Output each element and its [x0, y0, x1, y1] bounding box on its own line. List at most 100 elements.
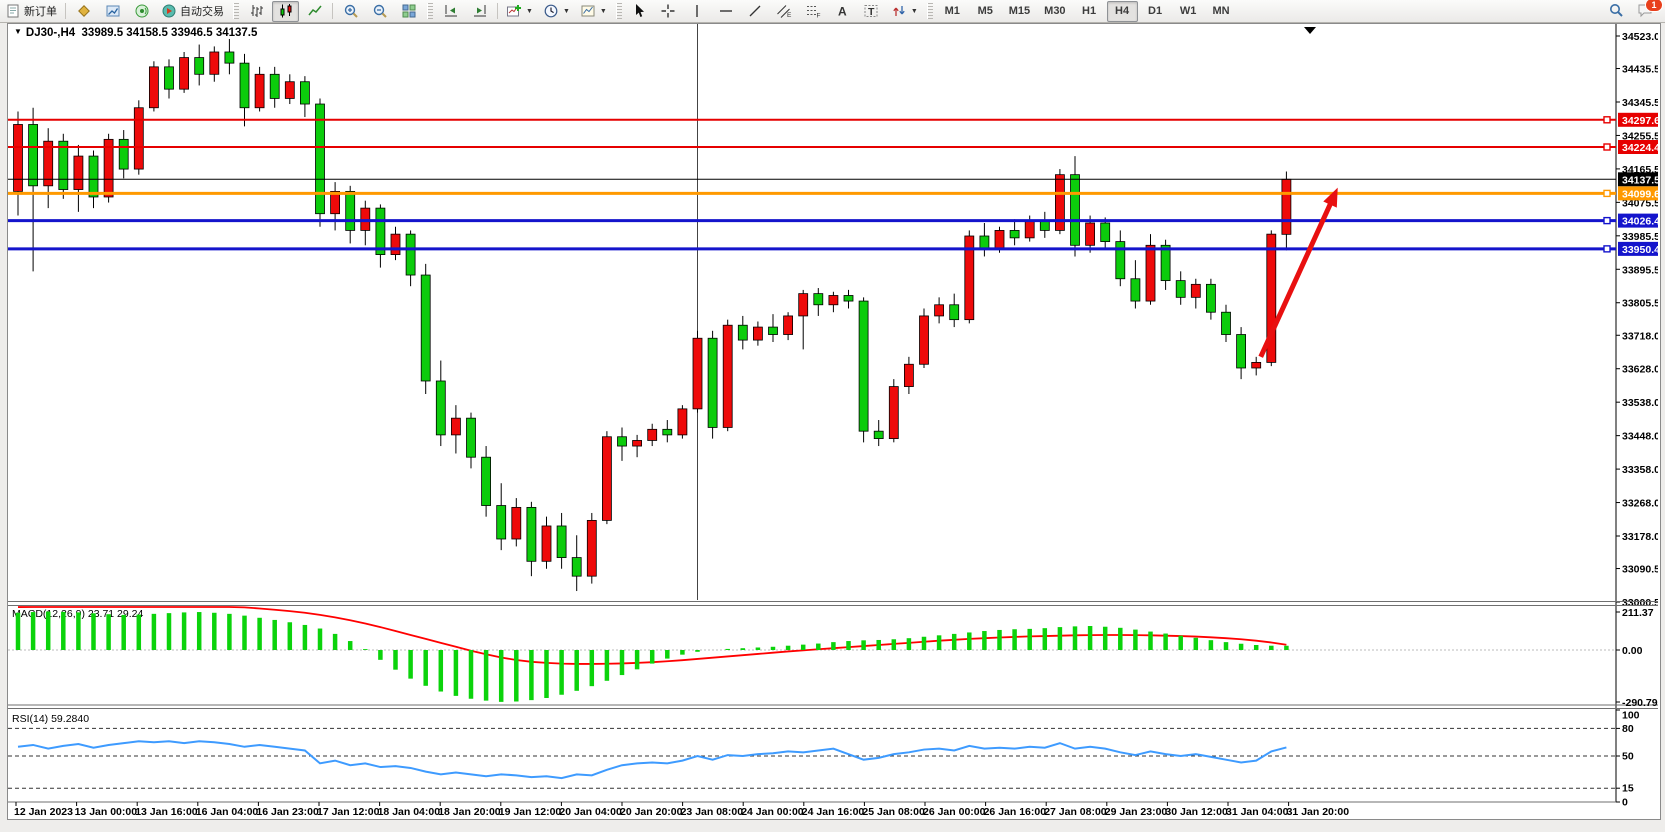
timeframe-h1-label: H1 [1082, 5, 1096, 17]
svg-text:-290.79: -290.79 [1622, 697, 1658, 709]
new-order-button[interactable]: 新订单 [1, 1, 61, 22]
vertical-line-tool-button[interactable] [684, 1, 711, 22]
svg-text:17 Jan 12:00: 17 Jan 12:00 [317, 806, 380, 817]
svg-text:34099.6: 34099.6 [1622, 188, 1658, 200]
horizontal-line[interactable] [8, 117, 1616, 123]
main-toolbar: 新订单 自动交易 ▼ ▼ ▼ E F AT ▼ M1M5 M15 M30 H1 H4 D1 W1 MN 1 [0, 0, 1665, 23]
fibonacci-tool-button[interactable]: F [800, 1, 827, 22]
trendline-tool-button[interactable] [742, 1, 769, 22]
svg-text:34345.5: 34345.5 [1622, 97, 1658, 109]
price-chart-canvas[interactable]: 34523.034435.534345.534255.534165.534075… [8, 24, 1658, 817]
rsi-line [18, 741, 1286, 778]
auto-scroll-button[interactable] [466, 1, 493, 22]
toolbar-grip [427, 3, 433, 19]
svg-text:15: 15 [1622, 783, 1634, 795]
text-a-icon: A [834, 3, 850, 19]
horizontal-line[interactable] [8, 144, 1616, 150]
shapes-tool-button[interactable]: ▼ [887, 1, 922, 22]
zoom-out-button[interactable] [366, 1, 393, 22]
label-tool-button[interactable]: T [858, 1, 885, 22]
indicators-button[interactable]: ▼ [502, 1, 537, 22]
dropdown-caret-icon: ▼ [526, 8, 533, 15]
horizontal-line[interactable] [8, 246, 1616, 252]
macd-histogram [18, 612, 1286, 702]
chat-button[interactable]: 1 [1631, 1, 1658, 22]
timeframe-h4[interactable]: H4 [1107, 1, 1138, 22]
signals-button[interactable] [128, 1, 155, 22]
timeframe-m1[interactable]: M1 [937, 1, 968, 22]
rsi-label: RSI(14) 59.2840 [12, 713, 89, 725]
svg-text:A: A [838, 5, 847, 19]
line-chart-button[interactable] [301, 1, 328, 22]
timeframe-w1-label: W1 [1180, 5, 1197, 17]
cursor-icon [631, 3, 647, 19]
zoom-in-button[interactable] [337, 1, 364, 22]
symbols-button[interactable] [70, 1, 97, 22]
zoom-in-icon [343, 3, 359, 19]
svg-text:30 Jan 12:00: 30 Jan 12:00 [1165, 806, 1228, 817]
timeframe-d1[interactable]: D1 [1140, 1, 1171, 22]
time-axis: 12 Jan 202313 Jan 00:0013 Jan 16:0016 Ja… [14, 802, 1349, 817]
timeframe-d1-label: D1 [1148, 5, 1162, 17]
svg-text:33268.0: 33268.0 [1622, 498, 1658, 510]
toolbar-grip [233, 3, 239, 19]
toolbar-separator [65, 3, 66, 19]
svg-text:33805.5: 33805.5 [1622, 298, 1658, 310]
svg-text:34224.4: 34224.4 [1622, 142, 1658, 154]
one-click-trading-arrow[interactable]: ▼ [14, 27, 22, 36]
svg-text:20 Jan 20:00: 20 Jan 20:00 [620, 806, 683, 817]
market-watch-button[interactable] [99, 1, 126, 22]
svg-text:31 Jan 20:00: 31 Jan 20:00 [1287, 806, 1350, 817]
chart-symbol-period: DJ30-,H4 [26, 27, 75, 39]
indicators-icon [506, 3, 522, 19]
timeframe-m15[interactable]: M15 [1003, 1, 1036, 22]
timeframe-m5[interactable]: M5 [970, 1, 1001, 22]
timeframe-m15-label: M15 [1009, 5, 1030, 17]
svg-text:34523.0: 34523.0 [1622, 31, 1658, 43]
crosshair-tool-button[interactable] [655, 1, 682, 22]
price-badge: 34297.6 [1618, 113, 1658, 127]
autotrade-button[interactable]: 自动交易 [157, 1, 228, 22]
periods-button[interactable]: ▼ [539, 1, 574, 22]
bar-chart-button[interactable] [243, 1, 270, 22]
dropdown-caret-icon: ▼ [563, 8, 570, 15]
chart-shift-marker[interactable] [1304, 27, 1316, 34]
timeframe-m30[interactable]: M30 [1038, 1, 1071, 22]
price-badge: 34099.6 [1618, 186, 1658, 200]
search-icon [1608, 2, 1624, 21]
svg-text:24 Jan 16:00: 24 Jan 16:00 [802, 806, 865, 817]
timeframe-mn[interactable]: MN [1206, 1, 1237, 22]
zoom-out-icon [372, 3, 388, 19]
channel-tool-button[interactable]: E [771, 1, 798, 22]
timeframe-mn-label: MN [1213, 5, 1230, 17]
timeframe-m30-label: M30 [1044, 5, 1065, 17]
chart-shift-button[interactable] [437, 1, 464, 22]
horizontal-line[interactable] [8, 218, 1616, 224]
svg-text:33358.0: 33358.0 [1622, 464, 1658, 476]
horizontal-line[interactable] [8, 190, 1616, 196]
toolbar-grip [616, 3, 622, 19]
templates-button[interactable]: ▼ [576, 1, 611, 22]
chart-ohlc-values: 33989.5 34158.5 33946.5 34137.5 [82, 27, 258, 39]
tile-windows-button[interactable] [395, 1, 422, 22]
svg-text:F: F [817, 13, 821, 20]
shift-end-icon [443, 3, 459, 19]
svg-text:19 Jan 12:00: 19 Jan 12:00 [499, 806, 562, 817]
candle-chart-button[interactable] [272, 1, 299, 22]
shapes-icon [891, 3, 907, 19]
toolbar-separator [497, 3, 498, 19]
channel-icon: E [776, 3, 792, 19]
svg-text:13 Jan 16:00: 13 Jan 16:00 [135, 806, 198, 817]
text-tool-button[interactable]: A [829, 1, 856, 22]
templates-icon [580, 3, 596, 19]
svg-text:33950.4: 33950.4 [1622, 244, 1658, 256]
cursor-tool-button[interactable] [626, 1, 653, 22]
hline-tool-icon [718, 3, 734, 19]
timeframe-w1[interactable]: W1 [1173, 1, 1204, 22]
price-badge: 33950.4 [1618, 242, 1658, 256]
horizontal-line-tool-button[interactable] [713, 1, 740, 22]
search-button[interactable] [1602, 1, 1629, 22]
dropdown-caret-icon: ▼ [911, 8, 918, 15]
svg-text:33090.5: 33090.5 [1622, 564, 1658, 576]
timeframe-h1[interactable]: H1 [1074, 1, 1105, 22]
